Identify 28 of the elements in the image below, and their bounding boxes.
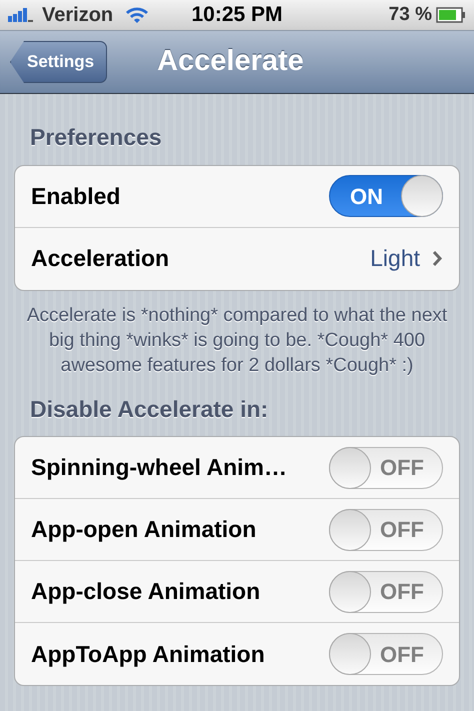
toggle-knob[interactable] (329, 508, 371, 550)
toggle-switch[interactable]: OFF (329, 446, 443, 488)
toggle-knob[interactable] (329, 570, 371, 612)
footer-note: Accelerate is *nothing* compared to what the next big thing *winks* is going to be. *Cough* 400 awesome features for 2 dollars *Cough* :) (26, 304, 448, 378)
toggle-knob[interactable] (329, 446, 371, 488)
back-button[interactable]: Settings (10, 41, 108, 83)
row-label: App-close Animation (31, 577, 260, 606)
battery-icon (436, 7, 466, 23)
section-header: Preferences (29, 123, 163, 152)
clock: 10:25 PM (191, 2, 283, 28)
row-label: Spinning-wheel Anim… (31, 453, 287, 482)
toggle-switch[interactable]: ON (329, 175, 443, 217)
row-value: Light (370, 244, 420, 274)
nav-title: Accelerate (157, 44, 304, 80)
toggle-knob[interactable] (401, 175, 443, 217)
wifi-icon (125, 6, 150, 24)
row-label: App-open Animation (31, 515, 256, 544)
carrier: Verizon (42, 3, 114, 28)
section-header: Disable Accelerate in: (29, 394, 270, 424)
toggle-switch[interactable]: OFF (329, 633, 443, 675)
row-label: Enabled (31, 182, 120, 211)
row-label: Acceleration (31, 244, 170, 274)
toggle-switch[interactable]: OFF (329, 508, 443, 550)
battery-percent: 73 % (388, 2, 432, 27)
toggle-switch[interactable]: OFF (329, 570, 443, 612)
toggle-knob[interactable] (329, 633, 371, 675)
chevron-icon (432, 250, 443, 267)
row-label: AppToApp Animation (31, 640, 265, 669)
